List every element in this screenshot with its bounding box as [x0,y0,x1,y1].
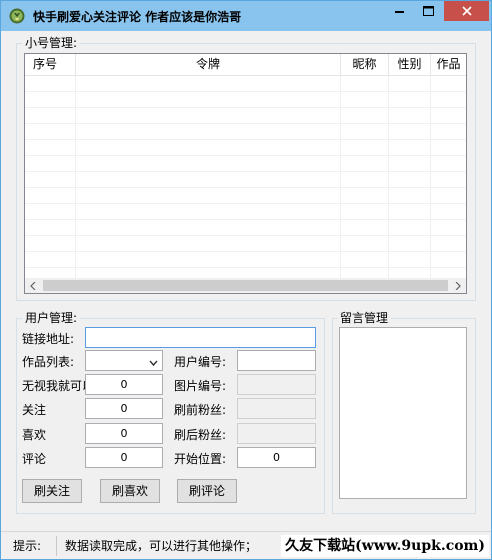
list-item [25,124,466,140]
ignore-label: 无视我就可以 [22,379,85,393]
scrollbar-thumb[interactable] [43,280,448,291]
status-divider [56,536,57,556]
fans-before-input [237,398,316,419]
close-button[interactable] [444,1,489,21]
fans-after-label: 刷后粉丝: [174,428,227,442]
messages-textarea[interactable] [339,327,467,499]
accounts-list[interactable]: 序号 令牌 昵称 性别 作品 [24,53,467,294]
grid-line [430,76,431,278]
follow-count-input[interactable]: 0 [85,398,163,419]
user-id-input[interactable] [237,350,316,371]
column-header-index[interactable]: 序号 [25,54,76,76]
app-logo-icon [9,8,25,24]
pic-id-input [237,374,316,395]
list-item [25,220,466,236]
link-input[interactable] [85,327,316,348]
column-header-gender[interactable]: 性别 [389,54,431,76]
scroll-right-icon[interactable] [450,278,466,293]
column-header-token[interactable]: 令牌 [76,54,341,76]
user-group-label: 用户管理: [22,311,81,325]
column-header-nickname[interactable]: 昵称 [341,54,389,76]
comment-count-input[interactable]: 0 [85,447,163,468]
maximize-button[interactable] [415,1,442,21]
link-label: 链接地址: [22,332,75,346]
fans-before-label: 刷前粉丝: [174,403,227,417]
window-title: 快手刷爱心关注评论 作者应该是你浩哥 [33,10,242,24]
scroll-left-icon[interactable] [25,278,41,293]
accounts-list-body [25,76,466,278]
status-bar: 提示: 数据读取完成，可以进行其他操作； 久友下载站(www.9upk.com) [1,531,491,559]
start-pos-label: 开始位置: [174,452,227,466]
list-item [25,76,466,92]
accounts-group-label: 小号管理: [22,36,81,50]
list-item [25,108,466,124]
like-label: 喜欢 [22,428,47,442]
list-item [25,188,466,204]
column-header-works[interactable]: 作品 [431,54,466,76]
like-count-input[interactable]: 0 [85,423,163,444]
horizontal-scrollbar[interactable] [25,278,466,293]
like-button[interactable]: 刷喜欢 [100,479,160,503]
follow-label: 关注 [22,403,47,417]
list-item [25,140,466,156]
works-select[interactable] [85,350,163,371]
ignore-input[interactable]: 0 [85,374,163,395]
grid-line [75,76,76,278]
main-window: 快手刷爱心关注评论 作者应该是你浩哥 小号管理: 序号 令牌 昵称 性别 作品 [0,0,492,560]
list-item [25,252,466,268]
fans-after-input [237,423,316,444]
accounts-list-header: 序号 令牌 昵称 性别 作品 [25,54,466,76]
chevron-down-icon [149,356,158,370]
messages-group-label: 留言管理 [337,311,392,325]
pic-id-label: 图片编号: [174,379,227,393]
list-item [25,204,466,220]
list-item [25,268,466,278]
status-text: 数据读取完成，可以进行其他操作； [65,539,258,553]
list-item [25,172,466,188]
title-bar[interactable]: 快手刷爱心关注评论 作者应该是你浩哥 [1,1,491,31]
watermark-logo: 久友下载站(www.9upk.com) [281,535,489,557]
grid-line [340,76,341,278]
list-item [25,236,466,252]
minimize-button[interactable] [387,1,413,21]
works-label: 作品列表: [22,355,75,369]
user-id-label: 用户编号: [174,355,227,369]
follow-button[interactable]: 刷关注 [22,479,82,503]
list-item [25,156,466,172]
start-pos-input[interactable]: 0 [237,447,316,468]
comment-label: 评论 [22,452,47,466]
list-item [25,92,466,108]
grid-line [388,76,389,278]
status-label: 提示: [13,539,42,553]
comment-button[interactable]: 刷评论 [177,479,237,503]
